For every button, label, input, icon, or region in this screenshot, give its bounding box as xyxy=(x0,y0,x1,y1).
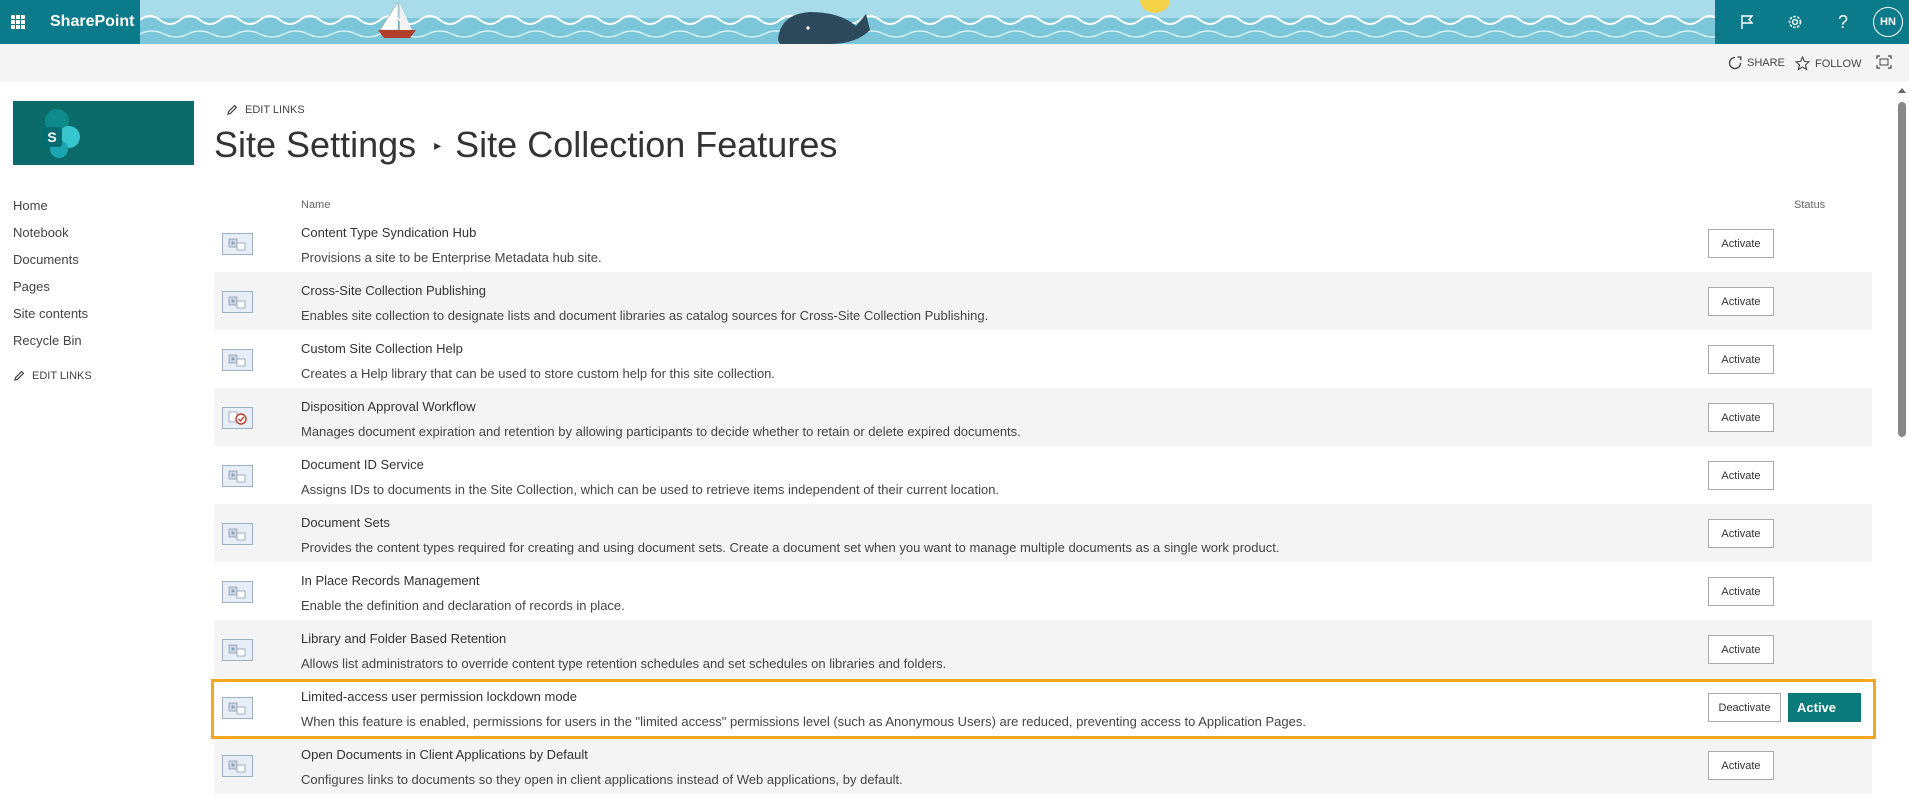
feature-puzzle-icon xyxy=(222,233,253,255)
feature-row: Cross-Site Collection Publishing Enables… xyxy=(214,272,1872,330)
feature-row: Open Documents in Client Applications by… xyxy=(214,736,1872,794)
activate-button[interactable]: Activate xyxy=(1708,519,1774,548)
help-icon: ? xyxy=(1837,11,1848,32)
nav-edit-links[interactable]: EDIT LINKS xyxy=(13,370,193,382)
feature-title: Custom Site Collection Help xyxy=(301,341,463,356)
feature-row-highlighted: Limited-access user permission lockdown … xyxy=(214,678,1872,736)
nav-item-home[interactable]: Home xyxy=(13,196,193,223)
feature-description: When this feature is enabled, permission… xyxy=(301,714,1306,729)
gear-icon xyxy=(1788,15,1802,29)
nav-item-pages[interactable]: Pages xyxy=(13,277,193,304)
activate-button[interactable]: Activate xyxy=(1708,577,1774,606)
breadcrumb-separator-icon: ▸ xyxy=(434,136,442,153)
deactivate-button[interactable]: Deactivate xyxy=(1708,693,1781,722)
feature-title: Document ID Service xyxy=(301,457,424,472)
share-label: SHARE xyxy=(1747,57,1785,69)
feature-description: Creates a Help library that can be used … xyxy=(301,366,776,381)
activate-button[interactable]: Activate xyxy=(1708,229,1774,258)
feature-row: Disposition Approval Workflow Manages do… xyxy=(214,388,1872,446)
focus-mode-button[interactable] xyxy=(1876,55,1892,69)
scroll-up-arrow-icon[interactable] xyxy=(1898,88,1906,93)
page-title: Site Settings ▸ Site Collection Features xyxy=(214,124,837,166)
top-edit-links[interactable]: EDIT LINKS xyxy=(226,104,305,116)
focus-icon xyxy=(1876,55,1892,69)
activate-button[interactable]: Activate xyxy=(1708,287,1774,316)
feature-puzzle-icon xyxy=(222,465,253,487)
waffle-icon xyxy=(11,15,25,29)
feature-description: Provisions a site to be Enterprise Metad… xyxy=(301,250,602,265)
brand-link[interactable]: SharePoint xyxy=(36,0,140,44)
feature-puzzle-icon xyxy=(222,291,253,313)
pencil-icon xyxy=(227,104,238,115)
quick-launch: Home Notebook Documents Pages Site conte… xyxy=(13,196,193,382)
follow-label: FOLLOW xyxy=(1815,57,1862,70)
feature-puzzle-icon xyxy=(222,639,253,661)
nav-item-recycle-bin[interactable]: Recycle Bin xyxy=(13,331,193,358)
top-edit-links-label: EDIT LINKS xyxy=(245,104,305,116)
vertical-scrollbar[interactable] xyxy=(1895,82,1909,800)
feature-row: Library and Folder Based Retention Allow… xyxy=(214,620,1872,678)
feature-puzzle-icon xyxy=(222,349,253,371)
breadcrumb-site-settings[interactable]: Site Settings xyxy=(214,124,416,166)
feature-puzzle-icon xyxy=(222,581,253,603)
column-header-name: Name xyxy=(301,199,331,211)
workflow-icon xyxy=(222,407,253,429)
suite-right-actions: ? HN xyxy=(1715,0,1909,44)
activate-button[interactable]: Activate xyxy=(1708,635,1774,664)
activate-button[interactable]: Activate xyxy=(1708,461,1774,490)
follow-button[interactable]: FOLLOW xyxy=(1795,56,1861,71)
nav-edit-links-label: EDIT LINKS xyxy=(32,370,92,382)
column-header-status: Status xyxy=(1794,199,1826,211)
feature-title: Limited-access user permission lockdown … xyxy=(301,689,578,704)
suite-bar: SharePoint ? HN xyxy=(0,0,1909,44)
features-list: Content Type Syndication Hub Provisions … xyxy=(214,214,1872,794)
help-button[interactable]: ? xyxy=(1819,0,1867,44)
status-badge: Active xyxy=(1788,693,1861,722)
svg-text:S: S xyxy=(47,129,56,145)
feature-title: Document Sets xyxy=(301,515,390,530)
share-button[interactable]: SHARE xyxy=(1728,56,1785,70)
pencil-icon xyxy=(14,370,25,381)
feature-puzzle-icon xyxy=(222,755,253,777)
feature-title: In Place Records Management xyxy=(301,573,480,588)
feature-description: Allows list administrators to override c… xyxy=(301,656,947,671)
feature-title: Open Documents in Client Applications by… xyxy=(301,747,588,762)
feature-title: Library and Folder Based Retention xyxy=(301,631,507,646)
flag-button[interactable] xyxy=(1723,0,1771,44)
feature-description: Configures links to documents so they op… xyxy=(301,772,903,787)
scrollbar-thumb[interactable] xyxy=(1898,102,1906,437)
activate-button[interactable]: Activate xyxy=(1708,403,1774,432)
activate-button[interactable]: Activate xyxy=(1708,751,1774,780)
feature-puzzle-icon xyxy=(222,523,253,545)
feature-title: Disposition Approval Workflow xyxy=(301,399,476,414)
settings-button[interactable] xyxy=(1771,0,1819,44)
avatar[interactable]: HN xyxy=(1873,7,1903,37)
feature-title: Cross-Site Collection Publishing xyxy=(301,283,486,298)
feature-description: Assigns IDs to documents in the Site Col… xyxy=(301,482,1000,497)
feature-row: Content Type Syndication Hub Provisions … xyxy=(214,214,1872,272)
breadcrumb-current: Site Collection Features xyxy=(455,124,838,165)
feature-description: Manages document expiration and retentio… xyxy=(301,424,1021,439)
feature-title: Content Type Syndication Hub xyxy=(301,225,477,240)
feature-row: Document Sets Provides the content types… xyxy=(214,504,1872,562)
feature-row: Document ID Service Assigns IDs to docum… xyxy=(214,446,1872,504)
site-action-bar: SHARE FOLLOW xyxy=(0,44,1909,82)
nav-item-documents[interactable]: Documents xyxy=(13,250,193,277)
theme-banner-image xyxy=(140,0,1715,44)
share-icon xyxy=(1728,56,1742,70)
feature-row: Custom Site Collection Help Creates a He… xyxy=(214,330,1872,388)
feature-description: Provides the content types required for … xyxy=(301,540,1280,555)
flag-icon xyxy=(1741,15,1754,29)
nav-item-notebook[interactable]: Notebook xyxy=(13,223,193,250)
activate-button[interactable]: Activate xyxy=(1708,345,1774,374)
feature-row: In Place Records Management Enable the d… xyxy=(214,562,1872,620)
feature-description: Enables site collection to designate lis… xyxy=(301,308,989,323)
site-logo[interactable]: S xyxy=(13,101,194,165)
app-launcher-button[interactable] xyxy=(0,0,36,44)
feature-puzzle-icon xyxy=(222,697,253,719)
sharepoint-logo-icon: S xyxy=(42,109,80,158)
feature-description: Enable the definition and declaration of… xyxy=(301,598,625,613)
nav-item-site-contents[interactable]: Site contents xyxy=(13,304,193,331)
star-icon xyxy=(1795,56,1810,71)
